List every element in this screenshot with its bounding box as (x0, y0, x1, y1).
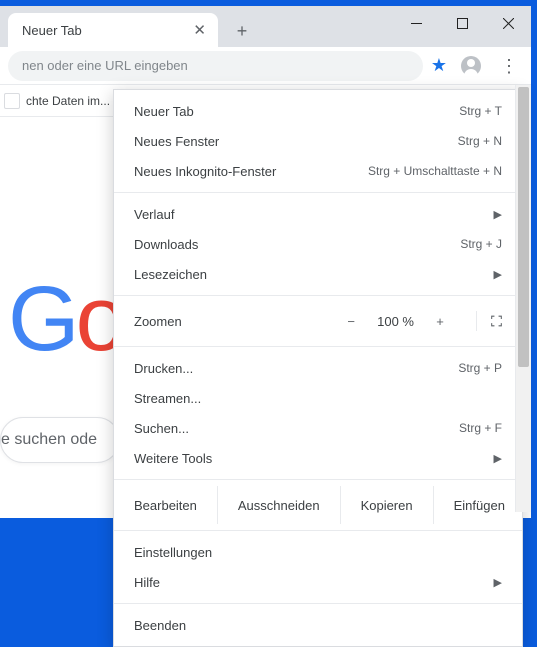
menu-item-help[interactable]: Hilfe ▶ (114, 567, 522, 597)
minimize-button[interactable] (393, 7, 439, 39)
toolbar-right: ★ ⋮ (431, 52, 523, 80)
fullscreen-icon[interactable] (476, 311, 502, 331)
main-menu: Neuer Tab Strg + T Neues Fenster Strg + … (113, 89, 523, 647)
edit-label: Bearbeiten (114, 498, 217, 513)
toolbar: nen oder eine URL eingeben ★ ⋮ (0, 47, 531, 85)
menu-item-print[interactable]: Drucken... Strg + P (114, 353, 522, 383)
omnibox-text: nen oder eine URL eingeben (22, 58, 188, 73)
address-bar[interactable]: nen oder eine URL eingeben (8, 51, 423, 81)
bookmark-item[interactable]: chte Daten im... (26, 94, 110, 108)
tab-title: Neuer Tab (22, 23, 82, 38)
menu-item-new-tab[interactable]: Neuer Tab Strg + T (114, 96, 522, 126)
kebab-menu-icon[interactable]: ⋮ (495, 52, 523, 80)
menu-item-more-tools[interactable]: Weitere Tools ▶ (114, 443, 522, 473)
bookmark-favicon-icon (4, 93, 20, 109)
menu-item-new-window[interactable]: Neues Fenster Strg + N (114, 126, 522, 156)
browser-window: Neuer Tab ✕ + nen oder eine URL eingeben… (0, 6, 531, 518)
chevron-right-icon: ▶ (494, 576, 502, 589)
window-close-button[interactable] (485, 7, 531, 39)
chevron-right-icon: ▶ (494, 268, 502, 281)
menu-item-bookmarks[interactable]: Lesezeichen ▶ (114, 259, 522, 289)
zoom-out-button[interactable]: − (341, 314, 361, 329)
maximize-button[interactable] (439, 7, 485, 39)
menu-item-edit: Bearbeiten Ausschneiden Kopieren Einfüge… (114, 486, 522, 524)
paste-button[interactable]: Einfügen (433, 486, 525, 524)
bookmark-star-icon[interactable]: ★ (431, 55, 447, 76)
zoom-in-button[interactable]: + (430, 314, 450, 329)
chevron-right-icon: ▶ (494, 452, 502, 465)
menu-item-find[interactable]: Suchen... Strg + F (114, 413, 522, 443)
copy-button[interactable]: Kopieren (340, 486, 433, 524)
profile-avatar-icon[interactable] (461, 56, 481, 76)
menu-item-zoom: Zoomen − 100 % + (114, 302, 522, 340)
search-text: e suchen ode (1, 431, 97, 449)
menu-item-exit[interactable]: Beenden (114, 610, 522, 640)
menu-item-downloads[interactable]: Downloads Strg + J (114, 229, 522, 259)
close-icon[interactable]: ✕ (191, 21, 208, 39)
titlebar: Neuer Tab ✕ + (0, 7, 531, 47)
scrollbar-vertical[interactable] (515, 85, 531, 512)
window-controls (393, 7, 531, 39)
menu-item-cast[interactable]: Streamen... (114, 383, 522, 413)
search-input[interactable]: e suchen ode (0, 417, 120, 463)
menu-item-new-incognito[interactable]: Neues Inkognito-Fenster Strg + Umschaltt… (114, 156, 522, 186)
chevron-right-icon: ▶ (494, 208, 502, 221)
menu-item-settings[interactable]: Einstellungen (114, 537, 522, 567)
scrollbar-thumb[interactable] (518, 87, 529, 367)
zoom-value: 100 % (377, 314, 414, 329)
cut-button[interactable]: Ausschneiden (217, 486, 340, 524)
tab-active[interactable]: Neuer Tab ✕ (8, 13, 218, 47)
menu-item-history[interactable]: Verlauf ▶ (114, 199, 522, 229)
new-tab-button[interactable]: + (228, 17, 256, 45)
